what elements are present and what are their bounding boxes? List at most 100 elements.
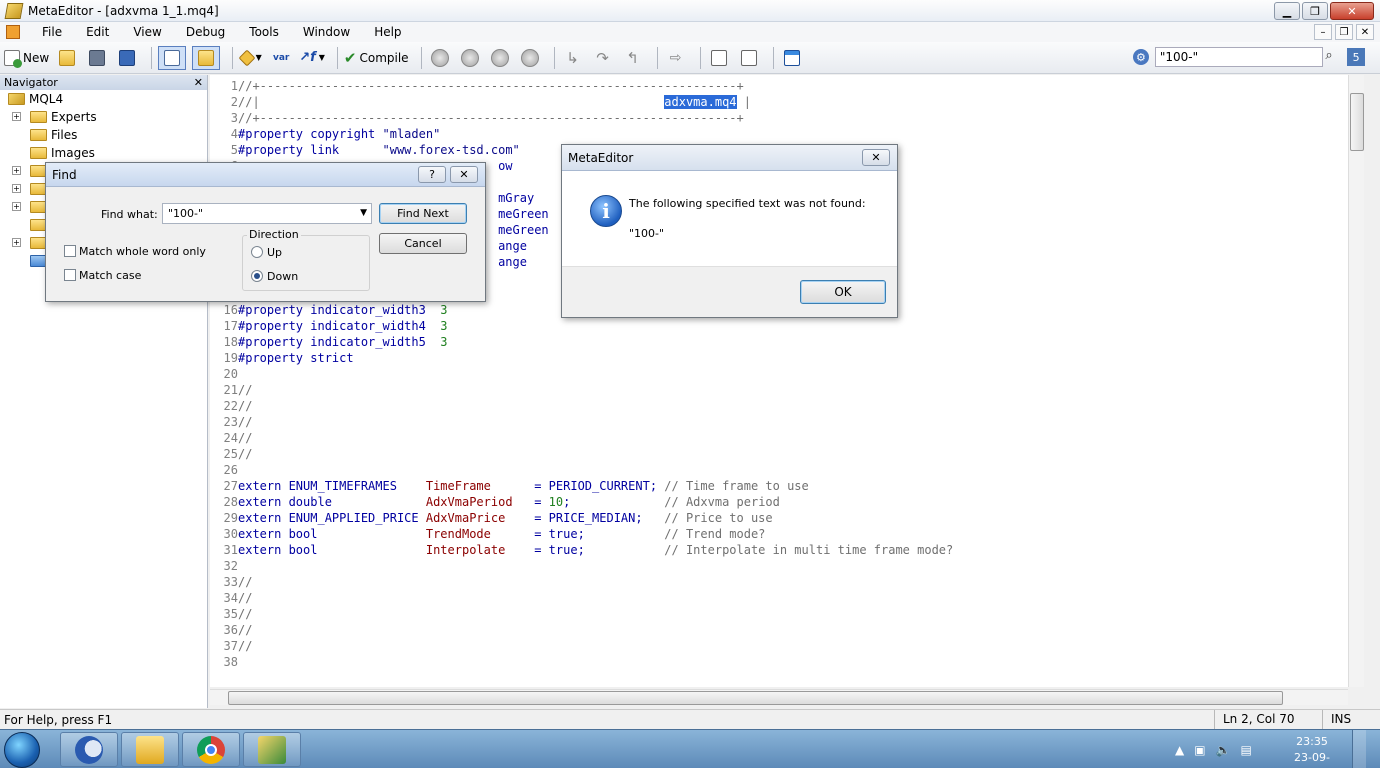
code-line[interactable]: 32 xyxy=(210,558,1348,574)
code-line[interactable]: 34// xyxy=(210,590,1348,606)
tree-item-images[interactable]: Images xyxy=(0,144,207,162)
scrollbar-thumb[interactable] xyxy=(228,691,1283,705)
show-desktop-button[interactable] xyxy=(1352,730,1366,768)
code-line[interactable]: 25// xyxy=(210,446,1348,462)
step-over-button[interactable]: ↷ xyxy=(591,46,615,70)
code-line[interactable]: 28extern double AdxVmaPeriod = 10; // Ad… xyxy=(210,494,1348,510)
horizontal-scrollbar[interactable] xyxy=(210,689,1348,705)
code-line[interactable]: 17#property indicator_width4 3 xyxy=(210,318,1348,334)
direction-down-radio[interactable] xyxy=(251,270,263,282)
tree-item-mql4[interactable]: MQL4 xyxy=(0,90,207,108)
mdi-restore-button[interactable]: ❐ xyxy=(1335,24,1353,40)
search-input[interactable] xyxy=(1154,47,1324,67)
start-button[interactable] xyxy=(4,732,40,768)
code-line[interactable]: 19#property strict xyxy=(210,350,1348,366)
breakpoint-button[interactable]: ⇨ xyxy=(664,46,688,70)
code-line[interactable]: 3//+------------------------------------… xyxy=(210,110,1348,126)
open-button[interactable] xyxy=(55,46,79,70)
code-line[interactable]: 22// xyxy=(210,398,1348,414)
direction-up-radio[interactable] xyxy=(251,246,263,258)
menu-debug[interactable]: Debug xyxy=(174,25,237,39)
profile-button[interactable] xyxy=(707,46,731,70)
find-next-button[interactable]: Find Next xyxy=(379,203,467,224)
code-line[interactable]: 36// xyxy=(210,622,1348,638)
code-line[interactable]: 26 xyxy=(210,462,1348,478)
expand-icon[interactable]: + xyxy=(12,166,21,175)
code-line[interactable]: 35// xyxy=(210,606,1348,622)
ok-button[interactable]: OK xyxy=(800,280,886,304)
insert-variable-button[interactable]: var xyxy=(269,46,293,70)
menu-view[interactable]: View xyxy=(121,25,173,39)
step-out-button[interactable]: ↰ xyxy=(621,46,645,70)
navigator-toggle-button[interactable] xyxy=(158,45,187,70)
restore-button[interactable]: ❐ xyxy=(1302,2,1328,20)
dropdown-arrow-icon[interactable]: ▼ xyxy=(360,204,367,223)
insert-function-button[interactable]: ↗f ▼ xyxy=(299,46,325,70)
taskbar-clock[interactable]: 23:35 23-09-2017 xyxy=(1282,734,1342,768)
code-line[interactable]: 33// xyxy=(210,574,1348,590)
expand-icon[interactable]: + xyxy=(12,112,21,121)
expand-icon[interactable]: + xyxy=(12,238,21,247)
match-case-checkbox[interactable] xyxy=(64,269,76,281)
mdi-close-button[interactable]: ✕ xyxy=(1356,24,1374,40)
code-line[interactable]: 20 xyxy=(210,366,1348,382)
compile-button[interactable]: ✔ Compile xyxy=(344,46,409,70)
vertical-scrollbar[interactable] xyxy=(1348,75,1364,687)
terminal-button[interactable] xyxy=(780,46,804,70)
search-icon[interactable]: ⌕ xyxy=(1325,48,1341,66)
tree-item-experts[interactable]: + Experts xyxy=(0,108,207,126)
expand-icon[interactable]: + xyxy=(12,184,21,193)
search-settings-gear-icon[interactable]: ⚙ xyxy=(1133,49,1149,65)
tree-item-files[interactable]: Files xyxy=(0,126,207,144)
code-line[interactable]: 29extern ENUM_APPLIED_PRICE AdxVmaPrice … xyxy=(210,510,1348,526)
code-line[interactable]: 18#property indicator_width5 3 xyxy=(210,334,1348,350)
code-line[interactable]: 23// xyxy=(210,414,1348,430)
mdi-minimize-button[interactable]: – xyxy=(1314,24,1332,40)
code-line[interactable]: 24// xyxy=(210,430,1348,446)
code-line[interactable]: 2//| adxvma.mq4 | xyxy=(210,94,1348,110)
volume-icon[interactable]: 🔈 xyxy=(1216,743,1231,757)
debug-play-button[interactable] xyxy=(458,46,482,70)
code-line[interactable]: 31extern bool Interpolate = true; // Int… xyxy=(210,542,1348,558)
find-what-combobox[interactable]: "100-" ▼ xyxy=(162,203,372,224)
code-line[interactable]: 4#property copyright "mladen" xyxy=(210,126,1348,142)
close-window-button[interactable]: ✕ xyxy=(1330,2,1374,20)
network-icon[interactable]: ▤ xyxy=(1241,743,1252,757)
insert-resource-button[interactable]: ▼ xyxy=(238,46,263,70)
code-line[interactable]: 21// xyxy=(210,382,1348,398)
code-line[interactable]: 38 xyxy=(210,654,1348,670)
menu-help[interactable]: Help xyxy=(362,25,413,39)
match-whole-word-checkbox[interactable] xyxy=(64,245,76,257)
code-line[interactable]: 27extern ENUM_TIMEFRAMES TimeFrame = PER… xyxy=(210,478,1348,494)
minimize-button[interactable]: ▁ xyxy=(1274,2,1300,20)
menu-edit[interactable]: Edit xyxy=(74,25,121,39)
save-button[interactable] xyxy=(85,46,109,70)
code-line[interactable]: 1//+------------------------------------… xyxy=(210,78,1348,94)
tray-device-icon[interactable]: ▣ xyxy=(1194,743,1205,757)
cancel-button[interactable]: Cancel xyxy=(379,233,467,254)
message-box-close-button[interactable]: ✕ xyxy=(862,149,890,166)
step-into-button[interactable]: ↳ xyxy=(561,46,585,70)
save-all-button[interactable] xyxy=(115,46,139,70)
help-button[interactable]: ? xyxy=(418,166,446,183)
find-in-files-button[interactable] xyxy=(737,46,761,70)
navigator-close-icon[interactable]: ✕ xyxy=(194,75,203,90)
code-line[interactable]: 30extern bool TrendMode = true; // Trend… xyxy=(210,526,1348,542)
search-results-badge[interactable]: 5 xyxy=(1347,48,1365,66)
taskbar-chrome[interactable] xyxy=(182,732,240,767)
toolbox-toggle-button[interactable] xyxy=(192,45,221,70)
document-icon[interactable] xyxy=(6,25,20,39)
debug-start-button[interactable] xyxy=(428,46,452,70)
code-line[interactable]: 37// xyxy=(210,638,1348,654)
debug-pause-button[interactable] xyxy=(488,46,512,70)
debug-stop-button[interactable] xyxy=(518,46,542,70)
menu-window[interactable]: Window xyxy=(291,25,362,39)
new-button[interactable]: New xyxy=(4,46,49,70)
taskbar-metaeditor[interactable] xyxy=(243,732,301,767)
tray-expand-icon[interactable]: ▲ xyxy=(1175,743,1184,757)
find-dialog-close-button[interactable]: ✕ xyxy=(450,166,478,183)
taskbar-app-1[interactable] xyxy=(60,732,118,767)
scrollbar-thumb[interactable] xyxy=(1350,93,1364,151)
expand-icon[interactable]: + xyxy=(12,202,21,211)
menu-tools[interactable]: Tools xyxy=(237,25,291,39)
